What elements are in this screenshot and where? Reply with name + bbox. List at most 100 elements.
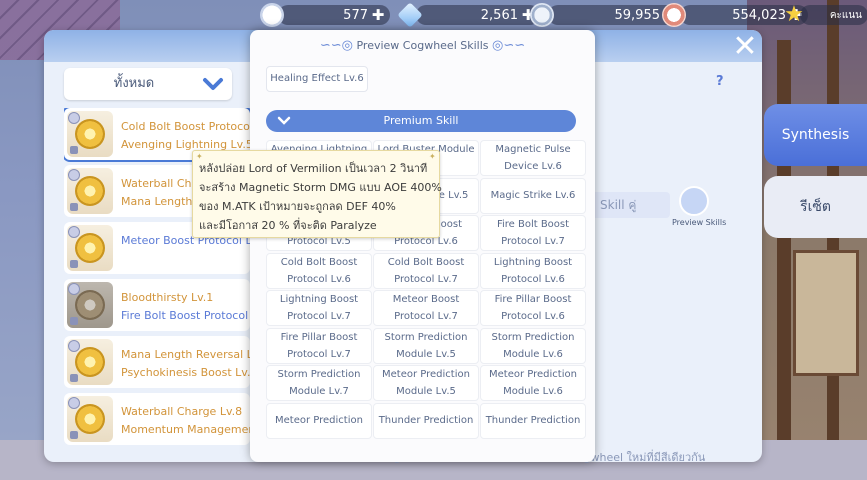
skill-card-label: Storm Prediction Module Lv.7 [277,369,361,397]
lock-icon [70,146,78,154]
cogwheel-thumbnail [67,168,113,214]
skill-card[interactable]: Meteor Prediction Module Lv.5 [373,365,479,401]
cogwheel-thumbnail [67,396,113,442]
popup-title: ∽∽◎ Preview Cogwheel Skills ◎∽∽ [319,38,526,53]
tooltip-line: หลังปล่อย Lord of Vermilion เป็นเวลา 2 ว… [199,162,428,175]
cogwheel-skill-primary: Waterball Charge Lv.8 [121,405,243,418]
premium-skill-header[interactable]: Premium Skill [266,110,576,132]
skill-card[interactable]: Healing Effect Lv.6 [266,66,368,92]
filter-label: ทั้งหมด [113,76,155,91]
sparkle-icon: ✦ [429,152,436,161]
skill-card-label: Storm Prediction Module Lv.5 [384,331,468,360]
cogwheel-icon [75,347,105,377]
cogwheel-icon [75,404,105,434]
skill-card-label: Meteor Prediction [275,415,363,426]
skill-card-label: Lightning Boost Protocol Lv.6 [493,256,573,285]
cogwheel-list-item[interactable]: Bloodthirsty Lv.1 Fire Bolt Boost Protoco… [64,279,250,331]
flourish-icon: ◎∽∽ [492,38,526,53]
chevron-down-icon [203,78,223,90]
preview-skills-button[interactable]: Preview Skills [672,186,727,227]
grade-badge-icon [68,397,80,409]
lock-icon [70,203,78,211]
skill-card[interactable]: Lightning Boost Protocol Lv.6 [480,252,586,289]
lock-icon [70,374,78,382]
skill-card-label: Thunder Prediction [485,415,581,426]
lock-icon [70,260,78,268]
skill-pair-select[interactable]: Skill คู่ [590,192,670,218]
grade-badge-icon [68,169,80,181]
skill-card[interactable]: Cold Bolt Boost Protocol Lv.6 [266,252,372,289]
skill-card[interactable]: Fire Bolt Boost Protocol Lv.7 [480,215,586,251]
cogwheel-icon [75,233,105,263]
skill-card-label: Storm Prediction Module Lv.6 [491,331,575,360]
cogwheel-skill-primary: Cold Bolt Boost Protocol Lv.7 [121,120,250,133]
grade-badge-icon [68,340,80,352]
skill-tooltip: ✦ ✦ หลังปล่อย Lord of Vermilion เป็นเวลา… [192,150,442,238]
cogwheel-list-item[interactable]: Waterball Charge Lv.8 Momentum Management… [64,393,250,445]
skill-card[interactable]: Meteor Prediction [266,402,372,439]
preview-icon [679,186,709,216]
tooltip-line: และมีโอกาส 20 % ที่จะติด Paralyze [199,219,377,232]
skill-card-label: Fire Bolt Boost Protocol Lv.7 [496,219,570,247]
skill-card[interactable]: Cold Bolt Boost Protocol Lv.7 [373,252,479,289]
skill-card-label: Cold Bolt Boost Protocol Lv.7 [387,256,465,285]
cogwheel-skill-primary: Mana Length Reversal Lv.6 [121,348,250,361]
cogwheel-list-item[interactable]: Mana Length Reversal Lv.6 Psychokinesis B… [64,336,250,388]
cogwheel-icon [75,176,105,206]
skill-card[interactable]: Magnetic Pulse Device Lv.6 [480,140,586,176]
skill-card[interactable]: Thunder Prediction [373,402,479,439]
skill-card[interactable]: Meteor Boost Protocol Lv.7 [373,290,479,326]
tab-synthesis[interactable]: Synthesis [764,104,867,166]
skill-card-label: Thunder Prediction [378,415,474,426]
tab-reset[interactable]: รีเซ็ต [764,176,867,238]
skill-card-label: Cold Bolt Boost Protocol Lv.6 [280,256,358,285]
cogwheel-thumbnail [67,225,113,271]
skill-card-label: Lightning Boost Protocol Lv.7 [279,294,359,322]
zeny-coin-icon [530,3,554,27]
skill-card[interactable]: Storm Prediction Module Lv.5 [373,327,479,364]
cogwheel-icon [75,290,105,320]
currency-cloud[interactable]: 577 ✚ [260,3,390,27]
preview-skills-label: Preview Skills [672,218,727,227]
cogwheel-skill-secondary: Psychokinesis Boost Lv.7 [121,366,250,379]
currency-crystal[interactable]: 2,561 ✚ [397,2,540,28]
skill-card[interactable]: Lightning Boost Protocol Lv.7 [266,290,372,326]
skill-card[interactable]: Magic Strike Lv.6 [480,177,586,214]
skill-card-label: Meteor Prediction Module Lv.6 [489,369,577,397]
lock-icon [70,431,78,439]
currency-points[interactable]: ★ คะแนน [782,2,867,27]
lock-icon [70,317,78,325]
skill-card[interactable]: Thunder Prediction [480,402,586,439]
cogwheel-thumbnail [67,339,113,385]
star-icon: ★ [784,2,804,27]
background-house [747,0,867,480]
skill-card-label: Meteor Prediction Module Lv.5 [382,369,470,397]
filter-dropdown[interactable]: ทั้งหมด [64,68,232,100]
cogwheel-skill-primary: Bloodthirsty Lv.1 [121,291,214,304]
cogwheel-skill-secondary: Momentum Management Module [121,423,250,436]
tooltip-line: จะสร้าง Magnetic Storm DMG แบบ AOE 400% [199,181,442,194]
skill-card[interactable]: Meteor Prediction Module Lv.6 [480,365,586,401]
skill-card-label: Meteor Boost Protocol Lv.7 [392,294,460,322]
cogwheel-skill-secondary: Fire Bolt Boost Protocol Lv.3 [121,309,250,322]
grade-badge-icon [68,283,80,295]
skill-card-label: Magnetic Pulse Device Lv.6 [495,144,571,172]
cogwheel-thumbnail [67,282,113,328]
skill-card[interactable]: Fire Pillar Boost Protocol Lv.6 [480,290,586,326]
flourish-icon: ∽∽◎ [319,38,353,53]
cogwheel-thumbnail [67,111,113,157]
skill-card[interactable]: Fire Pillar Boost Protocol Lv.7 [266,327,372,364]
help-icon[interactable]: ? [716,74,724,89]
cogwheel-icon [75,119,105,149]
skill-card[interactable]: Storm Prediction Module Lv.6 [480,327,586,364]
grade-badge-icon [68,226,80,238]
close-button[interactable]: ✕ [730,32,760,63]
ro-coin-icon [662,3,686,27]
currency-bar: 577✚ 2,561✚ 59,955✚ 554,023✚ ★ คะแนน [260,0,867,30]
currency-zeny[interactable]: 59,955✚ [530,3,682,27]
skill-card-label: Magic Strike Lv.6 [490,190,576,201]
add-currency-button[interactable]: ✚ [370,7,386,23]
skill-card-label: Fire Pillar Boost Protocol Lv.6 [494,294,572,322]
preview-cogwheel-popup: ∽∽◎ Preview Cogwheel Skills ◎∽∽ Healing … [250,30,595,462]
skill-card[interactable]: Storm Prediction Module Lv.7 [266,365,372,401]
